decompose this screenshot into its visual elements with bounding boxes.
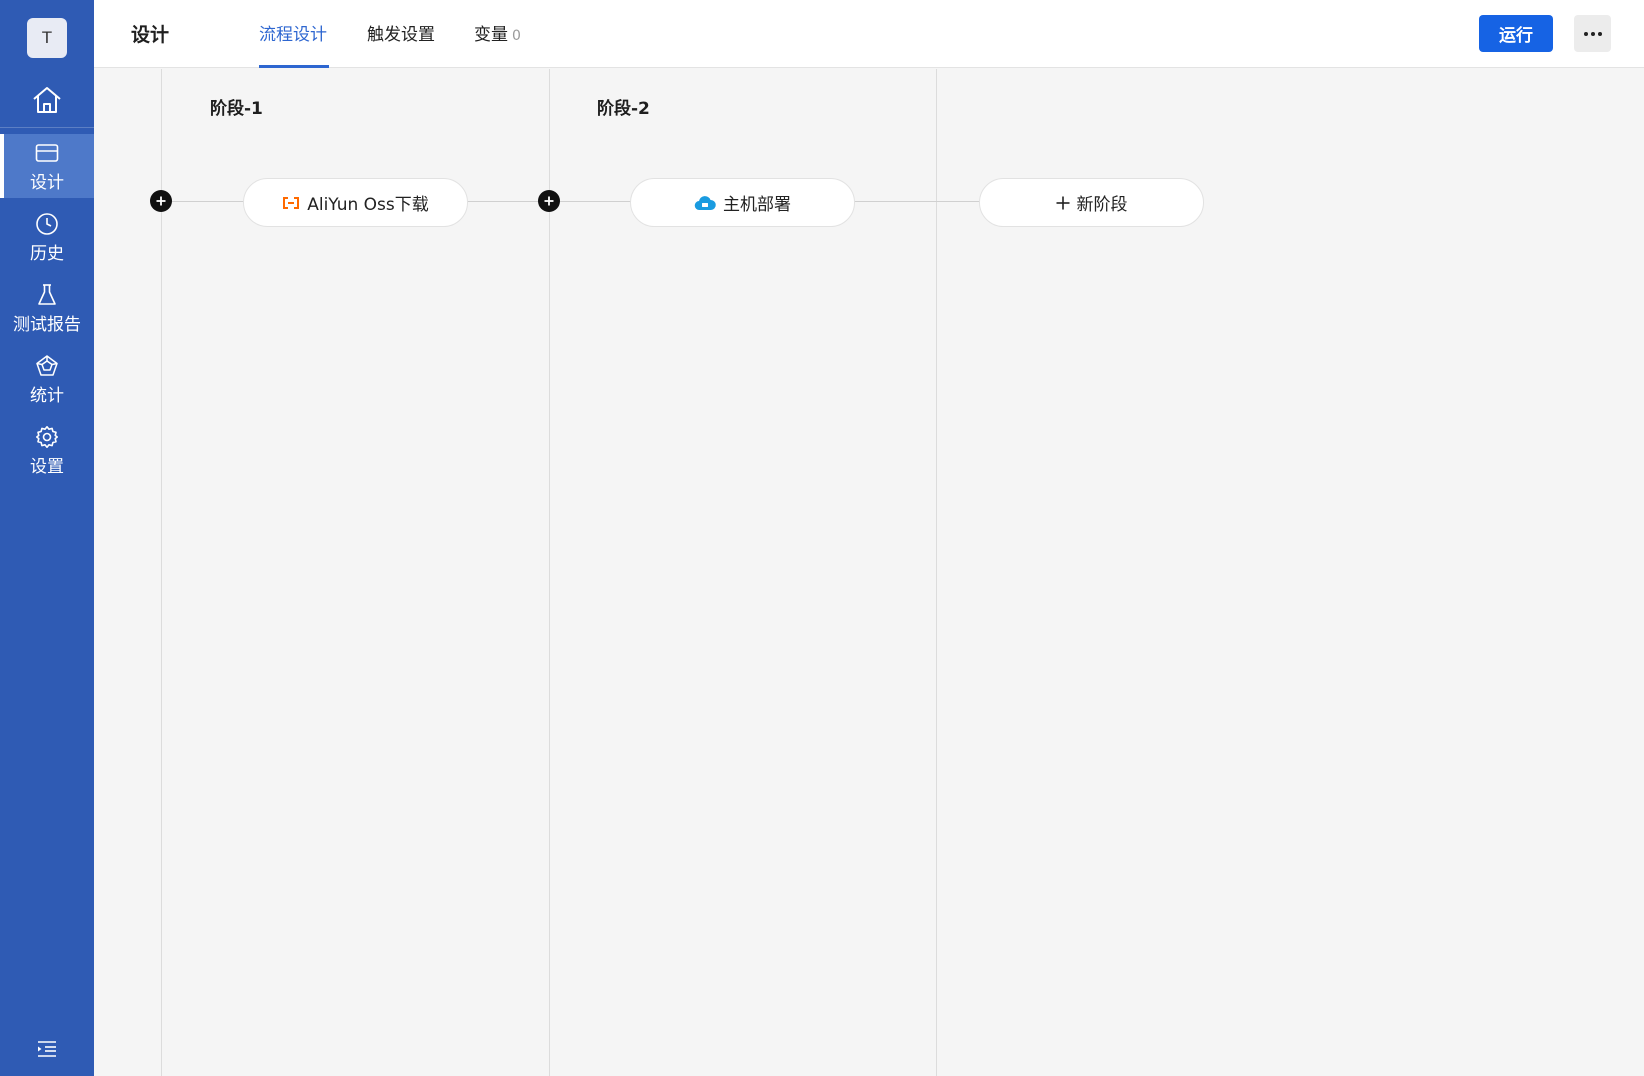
sidebar-item-test-report[interactable]: 测试报告 (0, 276, 94, 340)
active-tab-indicator (259, 65, 329, 68)
plus-icon (156, 196, 166, 206)
gear-icon (35, 424, 59, 450)
tab-label: 变量 (474, 25, 508, 45)
sidebar-item-history[interactable]: 历史 (0, 205, 94, 269)
tab-variables[interactable]: 变量 0 (474, 20, 521, 45)
variable-count-badge: 0 (512, 28, 521, 44)
stage-divider (161, 69, 162, 1076)
add-task-button[interactable] (538, 190, 560, 212)
ellipsis-icon (1583, 31, 1602, 36)
sidebar-item-label: 历史 (30, 243, 64, 264)
stage-title[interactable]: 阶段-2 (597, 94, 650, 119)
tab-label: 流程设计 (259, 25, 327, 45)
task-label: AliYun Oss下载 (307, 195, 429, 215)
stage-divider (936, 69, 937, 1076)
header: 设计 流程设计 触发设置 变量 0 运行 (94, 0, 1644, 68)
home-icon (33, 87, 61, 113)
collapse-sidebar-button[interactable] (34, 1038, 60, 1060)
stage-title[interactable]: 阶段-1 (210, 94, 263, 119)
run-button[interactable]: 运行 (1479, 15, 1553, 52)
indent-icon (38, 1041, 56, 1057)
flask-icon (36, 282, 58, 308)
new-stage-label: 新阶段 (1076, 195, 1128, 215)
task-node-aliyun-oss[interactable]: AliYun Oss下载 (243, 178, 468, 227)
sidebar-divider (0, 127, 94, 128)
plus-icon (1056, 196, 1070, 210)
sidebar-item-label: 测试报告 (13, 314, 81, 335)
aliyun-oss-icon (282, 196, 300, 209)
tab-trigger-settings[interactable]: 触发设置 (367, 20, 435, 45)
tab-label: 触发设置 (367, 25, 435, 45)
sidebar-item-label: 统计 (30, 385, 64, 406)
tab-flow-design[interactable]: 流程设计 (259, 20, 327, 45)
pipeline-canvas: 阶段-1 阶段-2 AliYun Oss下载 主机部署 新阶段 (94, 69, 1644, 1076)
add-task-button[interactable] (150, 190, 172, 212)
new-stage-button[interactable]: 新阶段 (979, 178, 1204, 227)
sidebar-item-design[interactable]: 设计 (0, 134, 94, 198)
clock-icon (35, 211, 59, 237)
connector-line (467, 201, 657, 202)
home-button[interactable] (0, 74, 94, 126)
stage-divider (549, 69, 550, 1076)
sidebar-item-settings[interactable]: 设置 (0, 418, 94, 482)
card-icon (35, 140, 59, 166)
cloud-host-icon (694, 195, 716, 211)
plus-icon (544, 196, 554, 206)
sidebar-item-label: 设计 (30, 172, 64, 193)
page-title: 设计 (131, 24, 170, 46)
task-node-host-deploy[interactable]: 主机部署 (630, 178, 855, 227)
pentagon-chart-icon (35, 353, 59, 379)
sidebar-item-statistics[interactable]: 统计 (0, 347, 94, 411)
more-button[interactable] (1574, 15, 1611, 52)
task-label: 主机部署 (723, 195, 791, 215)
sidebar-item-label: 设置 (30, 456, 64, 477)
sidebar: T 设计 历史 测试报告 统计 设置 (0, 0, 94, 1076)
avatar[interactable]: T (27, 18, 67, 58)
